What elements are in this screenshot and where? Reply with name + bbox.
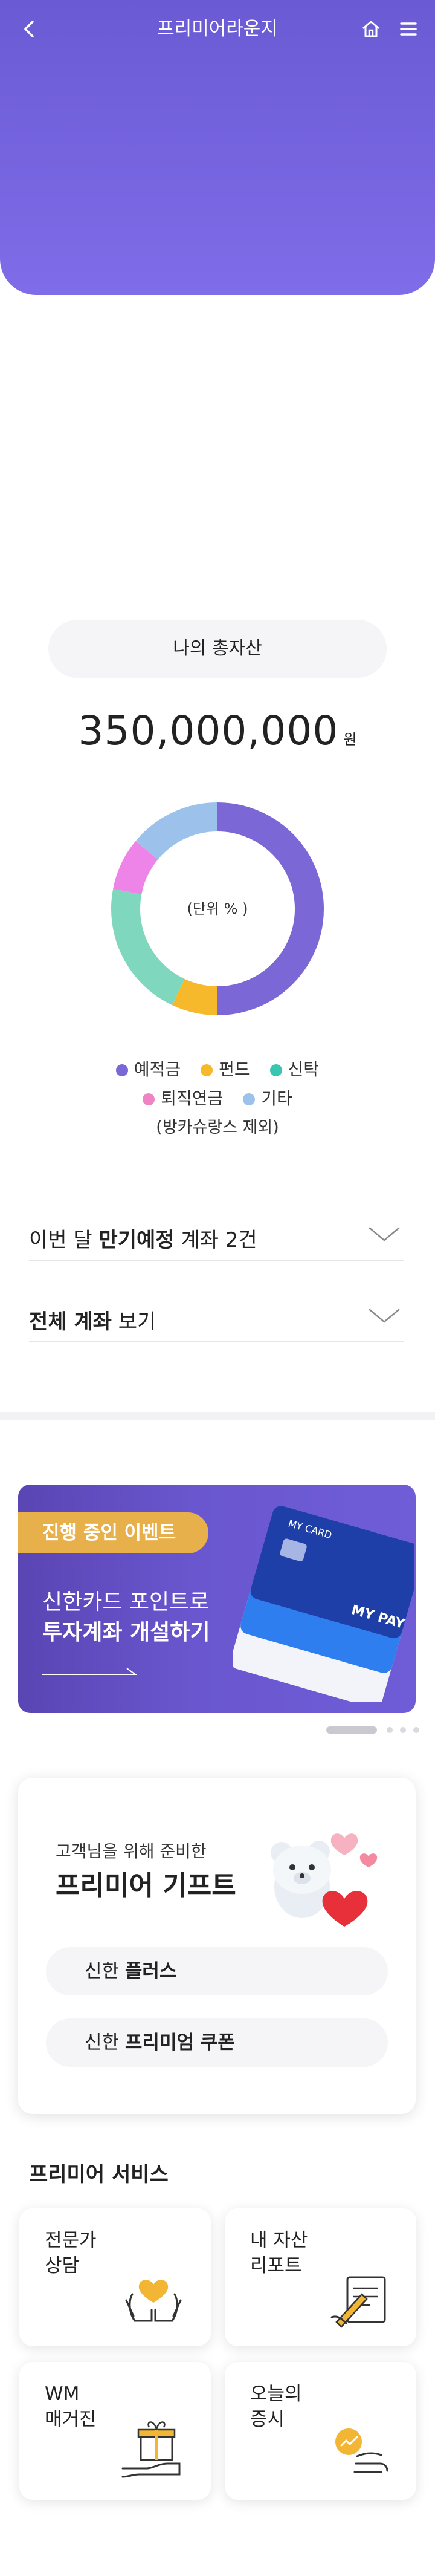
legend-row: 퇴직연금 기타 [0,1084,435,1113]
expert-consultation-tile[interactable]: 전문가 상담 [19,2208,211,2346]
row-suffix: 계좌 2건 [174,1228,257,1252]
premier-services-title: 프리미어 서비스 [29,2162,169,2187]
report-pen-icon [330,2276,386,2328]
row-bold: 만기예정 [98,1228,175,1252]
gift-subtitle: 고객님을 위해 준비한 [56,1841,207,1861]
tile-label: 내 자산 리포트 [250,2230,308,2277]
premier-gift-card: 고객님을 위해 준비한 프리미어 기프트 신한 플러스 신한 프리미엄 쿠폰 [18,1778,416,2114]
wm-magazine-tile[interactable]: WM 매거진 [19,2362,211,2500]
arrow-right-icon [42,1668,138,1675]
shinhan-plus-button[interactable]: 신한 플러스 [46,1947,388,1995]
all-accounts-row[interactable]: 전체 계좌 보기 [29,1294,404,1342]
pagination-dot[interactable] [387,1727,393,1733]
legend-dot [143,1093,155,1105]
home-icon [362,21,379,37]
tile-label: 오늘의 증시 [250,2383,302,2430]
legend-label: 펀드 [219,1059,250,1079]
legend-label: 기타 [261,1088,292,1108]
legend-label: 퇴직연금 [161,1088,224,1108]
donut-slice-퇴직연금 [113,841,158,895]
chart-coin-hand-icon [335,2428,388,2473]
legend-label: 신탁 [288,1059,320,1079]
my-asset-report-tile[interactable]: 내 자산 리포트 [225,2208,416,2346]
legend-item: 신탁 [269,1055,320,1084]
banner-line2: 투자계좌 개설하기 [42,1620,210,1645]
all-accounts-row-text: 전체 계좌 보기 [29,1305,156,1335]
donut-slice-기타 [135,802,218,860]
legend-dot [201,1064,213,1076]
legend-row: 예적금 펀드 신탁 [0,1055,435,1084]
credit-cards-illustration: MY CARD MY PAY [233,1506,414,1702]
hamburger-menu-icon [400,22,417,36]
chevron-down-icon [369,1309,400,1323]
legend-dot [115,1064,128,1076]
total-amount-value: 350,000,000 [78,707,339,754]
pagination-dot[interactable] [413,1727,419,1733]
button-prefix: 신한 [85,2032,125,2054]
legend-item: 퇴직연금 [143,1084,223,1113]
legend-dot [269,1064,282,1076]
gift-title: 프리미어 기프트 [56,1870,236,1901]
section-divider [0,1412,435,1420]
row-bold: 전체 계좌 [29,1310,112,1334]
tile-label: WM 매거진 [45,2383,97,2430]
todays-market-tile[interactable]: 오늘의 증시 [225,2362,416,2500]
donut-slice-신탁 [111,889,185,1006]
pagination-active [326,1726,377,1734]
legend-item: 예적금 [115,1055,181,1084]
legend-label: 예적금 [134,1059,181,1079]
legend-dot [243,1093,256,1105]
button-bold: 프리미엄 쿠폰 [124,2032,235,2054]
menu-button[interactable] [396,17,420,41]
total-assets-amount: 350,000,000 원 [0,707,435,754]
button-bold: 플러스 [124,1960,177,1982]
total-amount-unit: 원 [343,731,357,748]
banner-line1: 신한카드 포인트로 [42,1590,210,1615]
bear-heart-illustration [271,1833,378,1927]
tile-label: 전문가 상담 [45,2230,97,2277]
event-tag: 진행 중인 이벤트 [18,1512,208,1553]
legend-note: (방카슈랑스 제외) [156,1118,279,1137]
donut-slice-펀드 [172,978,218,1015]
home-button[interactable] [359,17,383,41]
chart-center-label: (단위 % ) [187,900,248,917]
total-assets-label: 나의 총자산 [48,620,387,678]
asset-donut-chart: (단위 % ) [111,802,324,1015]
row-prefix: 이번 달 [29,1228,99,1252]
chevron-down-icon [369,1227,400,1241]
legend-item: 펀드 [201,1055,250,1084]
event-banner[interactable]: 진행 중인 이벤트 신한카드 포인트로 투자계좌 개설하기 MY CARD MY… [18,1485,416,1713]
pagination-dot[interactable] [400,1727,406,1733]
maturity-row-text: 이번 달 만기예정 계좌 2건 [29,1223,257,1253]
button-prefix: 신한 [85,1960,125,1982]
legend-item: 기타 [243,1084,292,1113]
maturity-accounts-row[interactable]: 이번 달 만기예정 계좌 2건 [29,1212,404,1261]
heart-hands-icon [125,2280,182,2322]
chart-legend: 예적금 펀드 신탁 퇴직연금 기타 (방카슈랑스 제외) [0,1055,435,1142]
top-bar: 프리미어라운지 [0,0,435,58]
banner-pagination [320,1726,423,1734]
shinhan-premium-coupon-button[interactable]: 신한 프리미엄 쿠폰 [46,2018,388,2067]
row-suffix: 보기 [111,1310,156,1334]
gift-box-hand-icon [121,2421,181,2478]
